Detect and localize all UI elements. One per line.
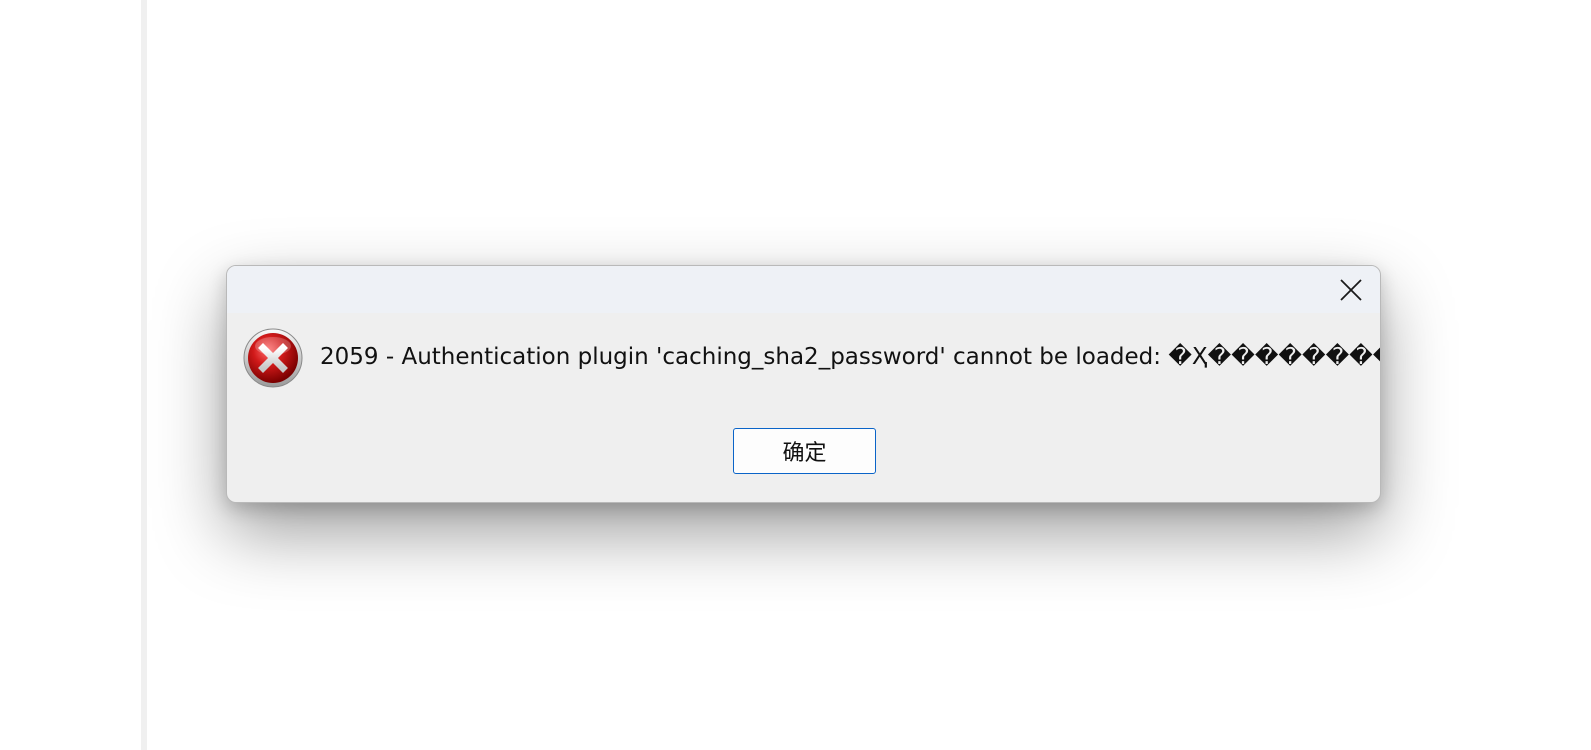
close-button[interactable]	[1334, 273, 1368, 307]
error-message: 2059 - Authentication plugin 'caching_sh…	[320, 344, 1381, 370]
dialog-titlebar	[227, 266, 1380, 313]
error-icon	[243, 328, 303, 388]
close-icon	[1340, 279, 1362, 301]
ok-button[interactable]: 确定	[733, 428, 876, 474]
left-panel-divider	[141, 0, 147, 750]
error-dialog: 2059 - Authentication plugin 'caching_sh…	[226, 265, 1381, 503]
